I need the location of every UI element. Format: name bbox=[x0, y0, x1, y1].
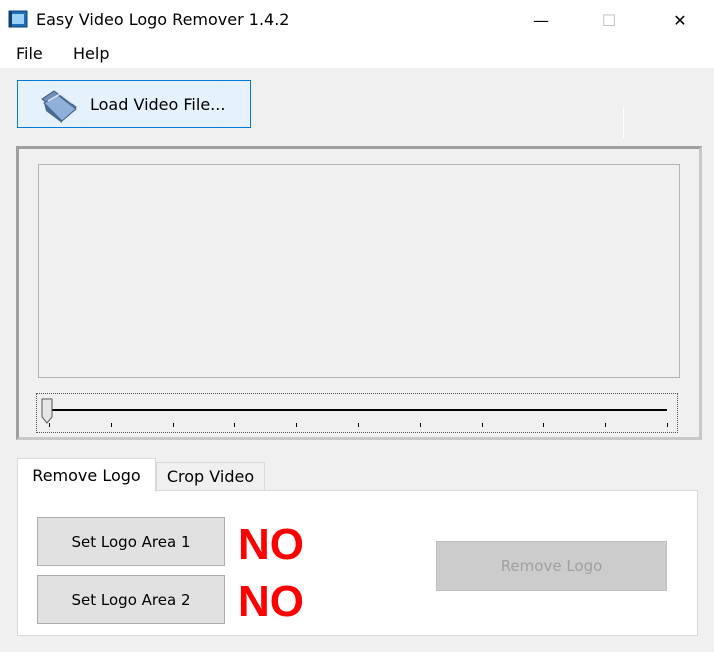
logo-area-1-status: NO bbox=[238, 520, 304, 569]
menu-help[interactable]: Help bbox=[73, 44, 109, 63]
slider-tick bbox=[49, 423, 50, 427]
folder-icon bbox=[41, 90, 77, 123]
maximize-button[interactable]: ☐ bbox=[586, 0, 632, 40]
video-preview bbox=[38, 164, 680, 378]
slider-tick bbox=[482, 423, 483, 427]
close-button[interactable]: ✕ bbox=[657, 0, 703, 40]
divider bbox=[623, 108, 624, 138]
tab-remove-logo-label: Remove Logo bbox=[32, 466, 141, 485]
slider-tick bbox=[543, 423, 544, 427]
load-video-label: Load Video File... bbox=[90, 95, 226, 114]
close-icon: ✕ bbox=[673, 10, 687, 30]
minimize-icon: — bbox=[533, 10, 549, 30]
slider-tick bbox=[420, 423, 421, 427]
set-logo-area-1-button[interactable]: Set Logo Area 1 bbox=[37, 517, 225, 566]
slider-tick bbox=[296, 423, 297, 427]
slider-tick bbox=[605, 423, 606, 427]
remove-logo-label: Remove Logo bbox=[500, 557, 603, 575]
set-logo-area-2-label: Set Logo Area 2 bbox=[71, 590, 191, 609]
window-title: Easy Video Logo Remover 1.4.2 bbox=[36, 10, 290, 29]
tab-crop-video-label: Crop Video bbox=[166, 467, 255, 486]
remove-logo-button[interactable]: Remove Logo bbox=[436, 541, 667, 591]
app-icon bbox=[8, 10, 28, 28]
slider-tick bbox=[358, 423, 359, 427]
minimize-button[interactable]: — bbox=[518, 0, 564, 40]
slider-thumb[interactable] bbox=[41, 398, 53, 424]
set-logo-area-2-button[interactable]: Set Logo Area 2 bbox=[37, 575, 225, 624]
tab-crop-video[interactable]: Crop Video bbox=[156, 462, 265, 491]
slider-track bbox=[49, 409, 667, 411]
load-video-button[interactable]: Load Video File... bbox=[17, 80, 251, 128]
maximize-icon: ☐ bbox=[601, 10, 617, 30]
tab-remove-logo[interactable]: Remove Logo bbox=[17, 458, 156, 492]
seek-slider[interactable] bbox=[36, 393, 678, 433]
slider-tick bbox=[667, 423, 668, 427]
menu-bar: File Help bbox=[0, 40, 714, 68]
slider-tick bbox=[111, 423, 112, 427]
menu-file[interactable]: File bbox=[16, 44, 43, 63]
logo-area-2-status: NO bbox=[238, 577, 304, 626]
title-bar: Easy Video Logo Remover 1.4.2 — ☐ ✕ bbox=[0, 0, 714, 40]
video-panel bbox=[16, 146, 702, 440]
slider-tick bbox=[234, 423, 235, 427]
set-logo-area-1-label: Set Logo Area 1 bbox=[71, 532, 191, 551]
slider-tick bbox=[173, 423, 174, 427]
